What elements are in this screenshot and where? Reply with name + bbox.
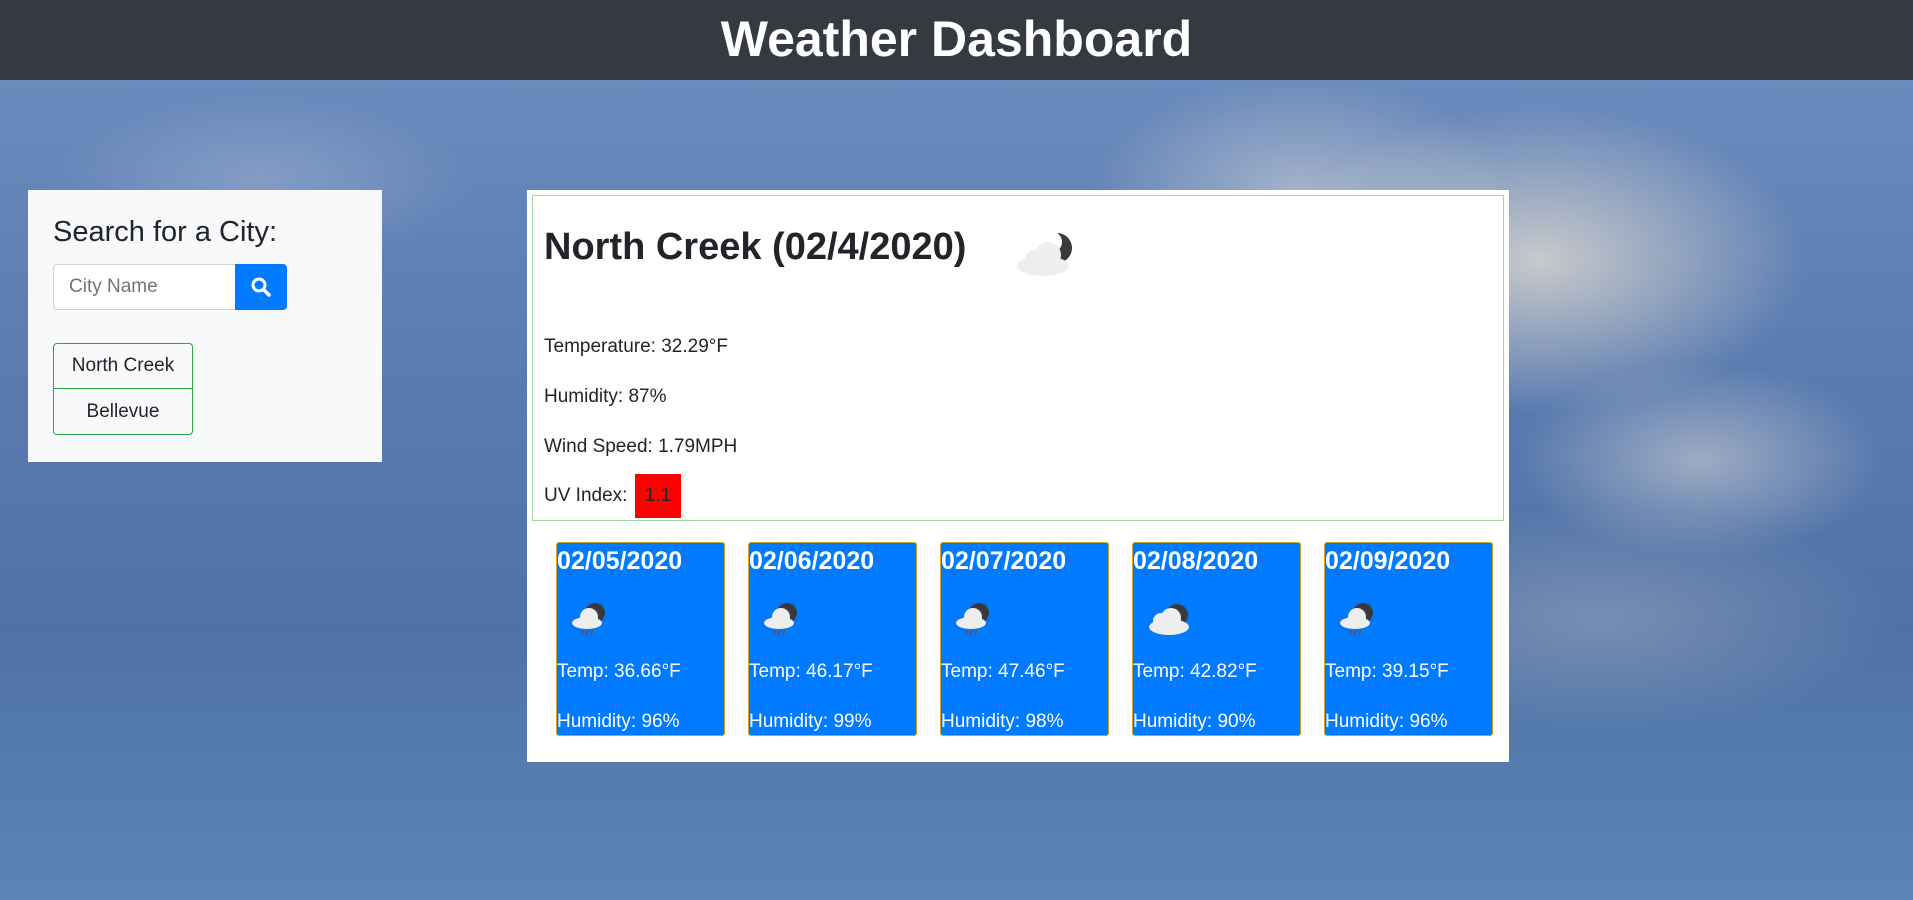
search-icon bbox=[251, 277, 271, 297]
current-wind-speed: Wind Speed: 1.79MPH bbox=[544, 436, 738, 457]
forecast-date: 02/07/2020 bbox=[941, 547, 1067, 575]
forecast-card: 02/05/2020 Temp: 36.66°F Humidity: 96% bbox=[556, 542, 725, 736]
uv-label: UV Index: bbox=[544, 485, 628, 507]
page-title: Weather Dashboard bbox=[720, 11, 1193, 67]
forecast-date: 02/06/2020 bbox=[749, 547, 875, 575]
rain-cloud-icon bbox=[1340, 603, 1373, 636]
forecast-card: 02/06/2020 Temp: 46.17°F Humidity: 99% bbox=[748, 542, 917, 736]
current-humidity: Humidity: 87% bbox=[544, 386, 667, 407]
uv-index-badge: 1.1 bbox=[634, 474, 682, 518]
rain-cloud-icon bbox=[764, 603, 797, 636]
partly-cloudy-night-icon bbox=[1017, 231, 1072, 276]
cloud-icon bbox=[1149, 604, 1189, 635]
current-city-title: North Creek (02/4/2020) bbox=[544, 226, 967, 268]
current-uv-row: UV Index: 1.1 bbox=[544, 474, 682, 518]
history-item-north-creek[interactable]: North Creek bbox=[53, 343, 193, 389]
forecast-humidity: Humidity: 90% bbox=[1133, 711, 1256, 732]
forecast-temp: Temp: 46.17°F bbox=[749, 661, 873, 682]
app-header: Weather Dashboard bbox=[0, 0, 1913, 80]
search-history-list: North Creek Bellevue bbox=[53, 343, 193, 435]
forecast-temp: Temp: 42.82°F bbox=[1133, 661, 1257, 682]
search-panel: Search for a City: North Creek Bellevue bbox=[28, 190, 382, 462]
forecast-temp: Temp: 36.66°F bbox=[557, 661, 681, 682]
forecast-card: 02/09/2020 Temp: 39.15°F Humidity: 96% bbox=[1324, 542, 1493, 736]
search-heading: Search for a City: bbox=[53, 216, 278, 248]
forecast-date: 02/09/2020 bbox=[1325, 547, 1451, 575]
search-button[interactable] bbox=[235, 264, 287, 310]
current-temperature: Temperature: 32.29°F bbox=[544, 336, 728, 357]
rain-cloud-icon bbox=[572, 603, 605, 636]
city-search-input[interactable] bbox=[53, 264, 235, 310]
forecast-humidity: Humidity: 96% bbox=[557, 711, 680, 732]
forecast-humidity: Humidity: 99% bbox=[749, 711, 872, 732]
current-weather-card: North Creek (02/4/2020) Temperature: 32.… bbox=[532, 195, 1504, 521]
rain-cloud-icon bbox=[956, 603, 989, 636]
forecast-temp: Temp: 47.46°F bbox=[941, 661, 1065, 682]
search-row bbox=[53, 264, 287, 310]
forecast-temp: Temp: 39.15°F bbox=[1325, 661, 1449, 682]
forecast-date: 02/08/2020 bbox=[1133, 547, 1259, 575]
history-item-bellevue[interactable]: Bellevue bbox=[53, 389, 193, 435]
forecast-card: 02/08/2020 Temp: 42.82°F Humidity: 90% bbox=[1132, 542, 1301, 736]
weather-panel: North Creek (02/4/2020) Temperature: 32.… bbox=[527, 190, 1509, 762]
forecast-card: 02/07/2020 Temp: 47.46°F Humidity: 98% bbox=[940, 542, 1109, 736]
forecast-humidity: Humidity: 98% bbox=[941, 711, 1064, 732]
forecast-date: 02/05/2020 bbox=[557, 547, 683, 575]
forecast-humidity: Humidity: 96% bbox=[1325, 711, 1448, 732]
